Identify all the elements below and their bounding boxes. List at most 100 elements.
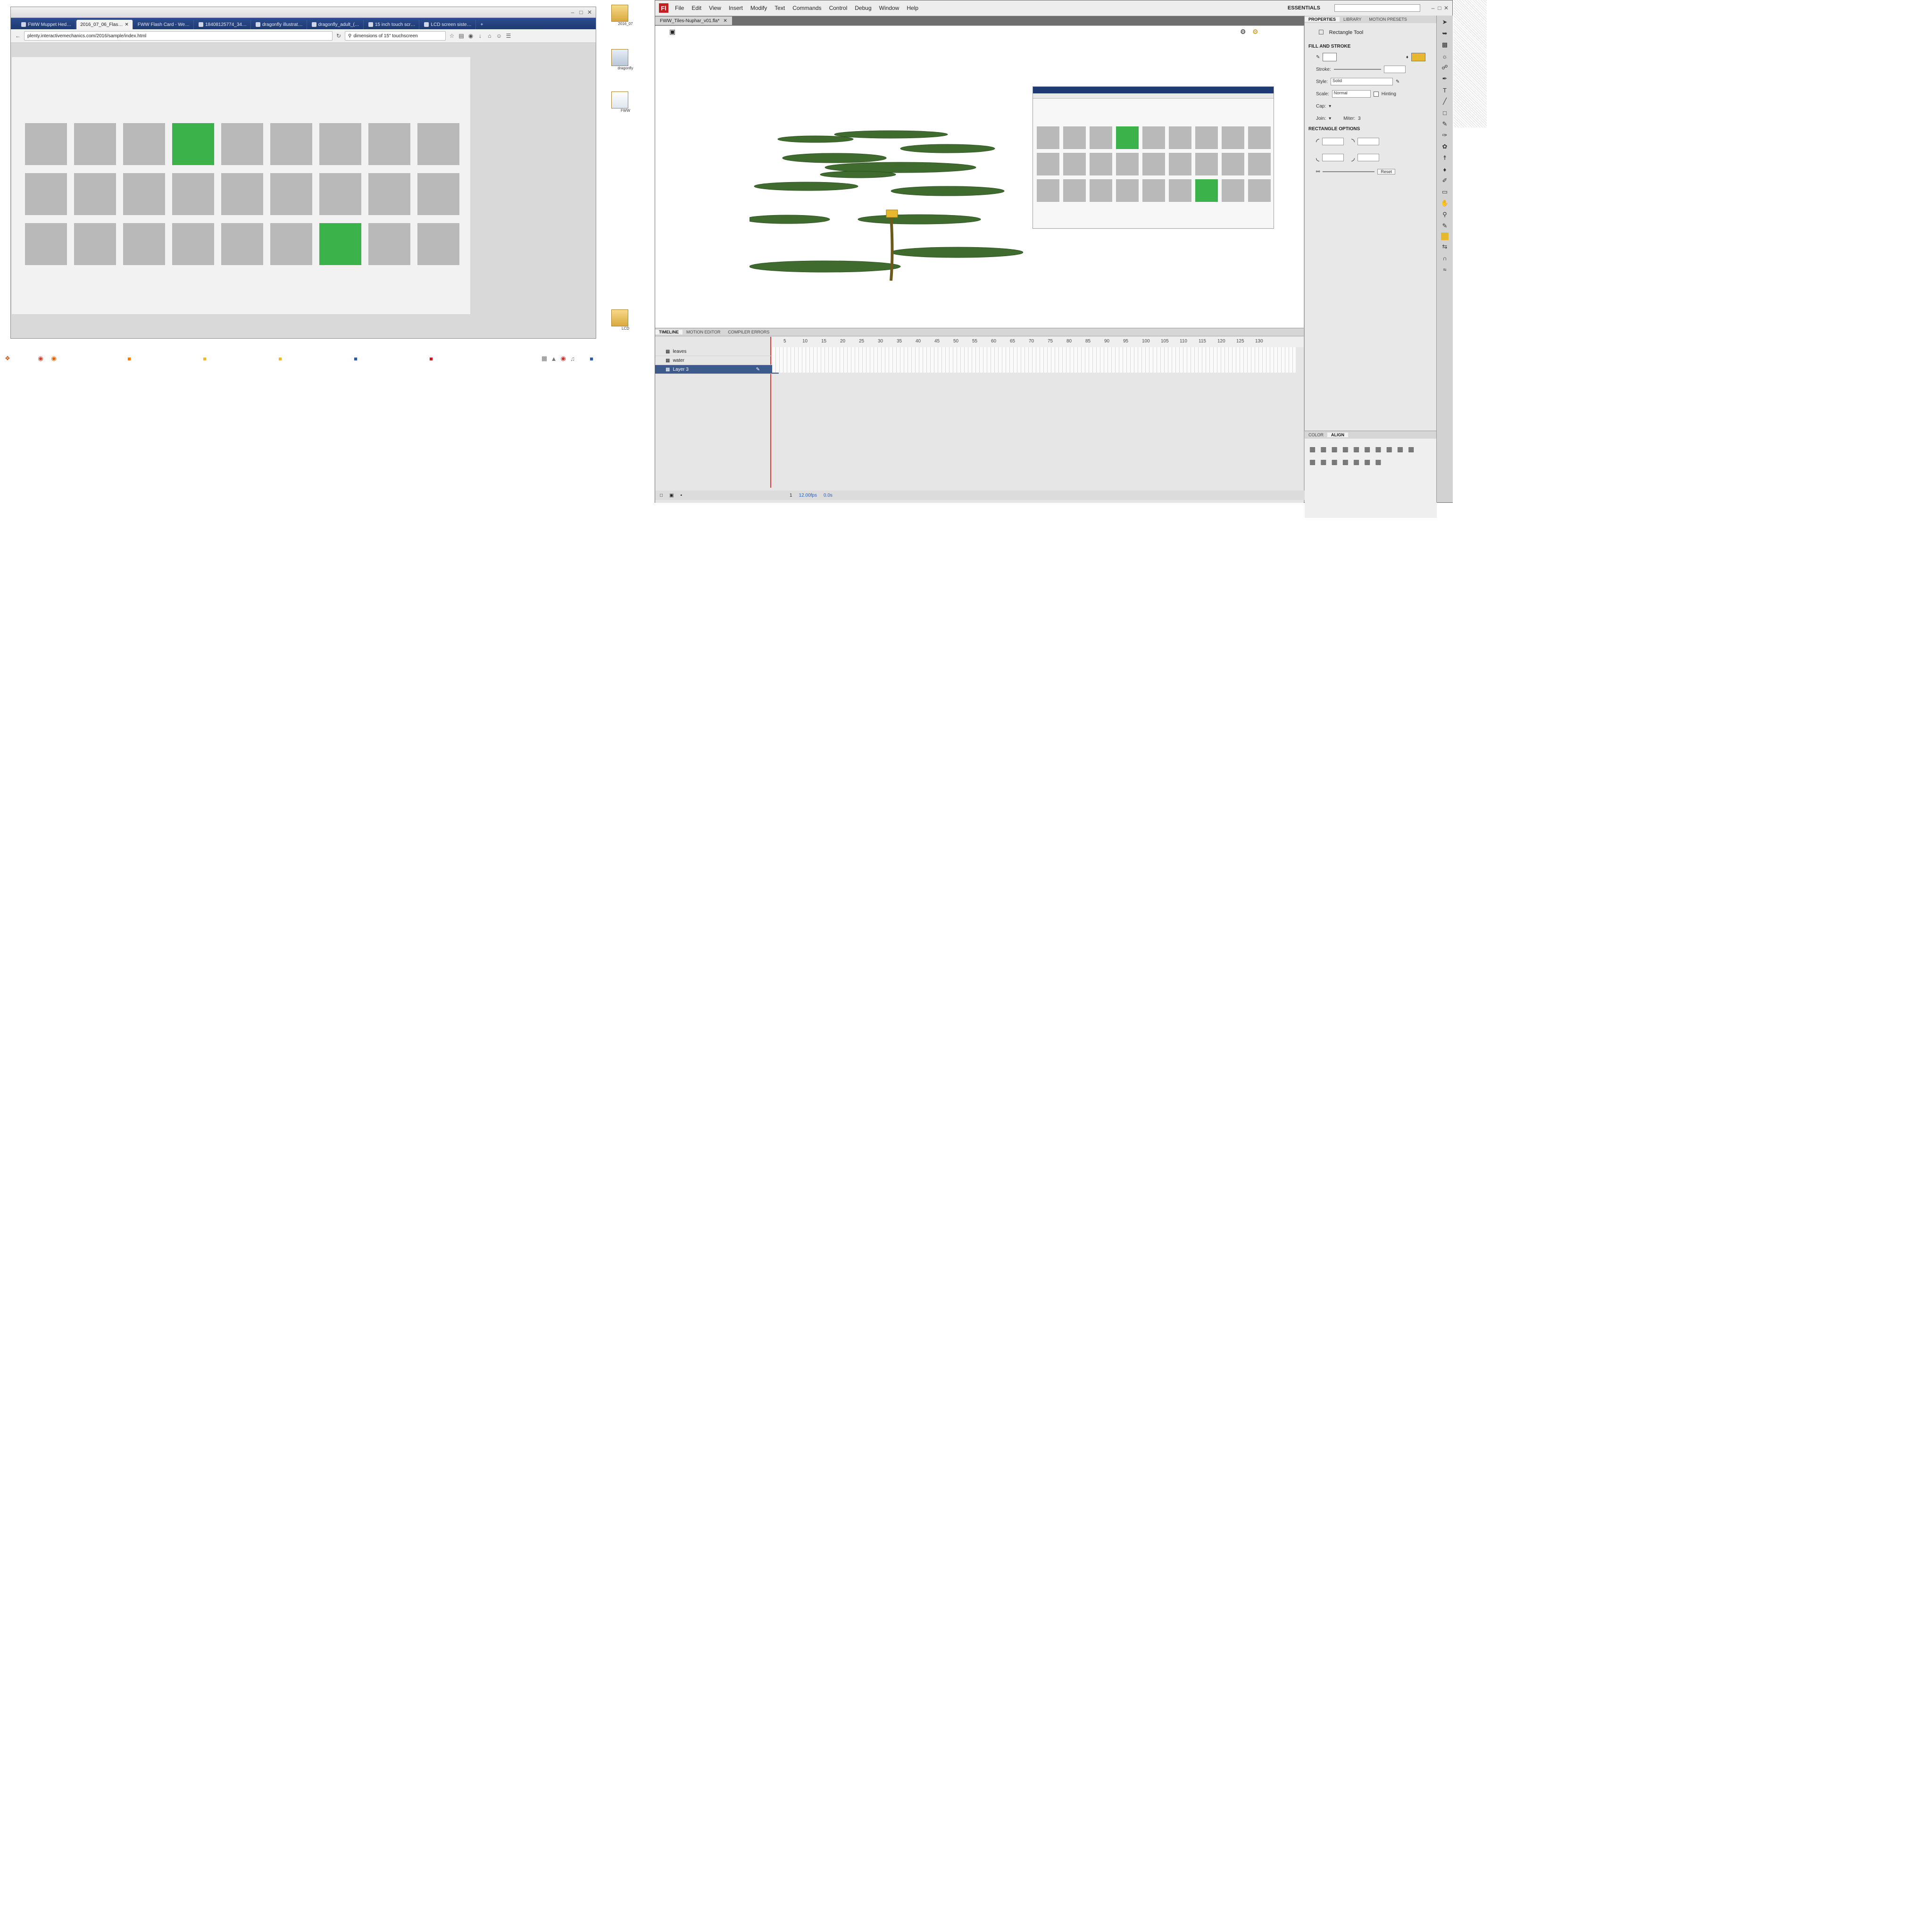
download-icon[interactable]: ↓ <box>477 33 483 39</box>
align-middle-icon[interactable]: ▦ <box>1353 445 1359 453</box>
menu-item[interactable]: View <box>709 5 721 11</box>
tile[interactable] <box>1195 126 1218 149</box>
section-fill-and-stroke[interactable]: FILL AND STROKE <box>1305 42 1437 51</box>
align-center-icon[interactable]: ▦ <box>1320 445 1326 453</box>
tile[interactable] <box>221 223 263 265</box>
search-input[interactable]: ⚲ dimensions of 15" touchscreen <box>345 31 446 41</box>
flash-app-icon[interactable]: ■ <box>426 354 436 363</box>
stroke-slider[interactable] <box>1333 69 1381 70</box>
space-icon[interactable]: ▦ <box>1375 458 1381 466</box>
menu-item[interactable]: Commands <box>792 5 821 11</box>
show-desktop-icon[interactable]: ■ <box>587 354 596 363</box>
start-button-icon[interactable]: ❖ <box>3 354 12 363</box>
browser-tab[interactable]: 18408125774_34… <box>195 20 251 29</box>
pencil-tool-icon[interactable]: ✎ <box>1440 119 1449 129</box>
distribute-icon[interactable]: ▦ <box>1408 445 1414 453</box>
tile[interactable] <box>1063 126 1086 149</box>
link-icon[interactable]: ⚯ <box>1316 169 1320 175</box>
tile[interactable] <box>25 123 67 165</box>
tile[interactable] <box>1090 153 1112 175</box>
tile[interactable] <box>417 123 459 165</box>
tile[interactable] <box>1169 179 1191 202</box>
new-folder-icon[interactable]: ▣ <box>669 493 674 498</box>
tile[interactable] <box>319 123 361 165</box>
tile[interactable] <box>368 123 410 165</box>
tile[interactable] <box>368 223 410 265</box>
join-select[interactable]: ▾ <box>1329 116 1331 121</box>
url-bar[interactable]: plenty.interactivemechanics.com/2016/sam… <box>24 31 333 41</box>
tile[interactable] <box>1142 126 1165 149</box>
close-icon[interactable]: ✕ <box>1443 5 1449 11</box>
distribute-icon[interactable]: ▦ <box>1320 458 1326 466</box>
minimize-icon[interactable]: – <box>1430 5 1436 11</box>
tile[interactable] <box>221 123 263 165</box>
bone-tool-icon[interactable]: ☨ <box>1440 153 1449 163</box>
tile[interactable] <box>74 173 116 215</box>
maximize-icon[interactable]: □ <box>1436 5 1443 11</box>
tile[interactable] <box>1248 179 1271 202</box>
menu-item[interactable]: Text <box>774 5 785 11</box>
edit-style-icon[interactable]: ✎ <box>1396 79 1399 84</box>
tile[interactable] <box>417 173 459 215</box>
reload-icon[interactable]: ↻ <box>335 33 342 39</box>
subselection-tool-icon[interactable]: ➥ <box>1440 29 1449 38</box>
delete-layer-icon[interactable]: ▪ <box>681 493 683 498</box>
tab-compiler-errors[interactable]: COMPILER ERRORS <box>724 330 773 334</box>
tile[interactable] <box>123 123 165 165</box>
corner-radius-input[interactable] <box>1322 138 1344 145</box>
menu-icon[interactable]: ☰ <box>505 33 512 39</box>
tile-highlighted[interactable] <box>1195 179 1218 202</box>
radius-slider[interactable] <box>1323 171 1375 172</box>
tile[interactable] <box>1037 126 1059 149</box>
align-top-icon[interactable]: ▦ <box>1342 445 1349 453</box>
tile[interactable] <box>270 173 312 215</box>
tile[interactable] <box>1169 126 1191 149</box>
desktop-icon[interactable]: dragonfly <box>611 49 640 70</box>
hand-tool-icon[interactable]: ✋ <box>1440 199 1449 208</box>
sync-icon[interactable]: ☺ <box>496 33 502 39</box>
menu-item[interactable]: Window <box>879 5 899 11</box>
match-size-icon[interactable]: ▦ <box>1342 458 1349 466</box>
browser-tab[interactable]: 15 inch touch scr… <box>365 20 420 29</box>
miter-value[interactable]: 3 <box>1358 116 1361 121</box>
illustrator-icon[interactable]: ■ <box>125 354 134 363</box>
style-select[interactable]: Solid <box>1331 78 1393 85</box>
fill-color-icon[interactable] <box>1441 233 1449 240</box>
rectangle-tool-icon[interactable]: □ <box>1440 108 1449 117</box>
pen-tool-icon[interactable]: ✒ <box>1440 74 1449 83</box>
chrome-icon[interactable]: ◉ <box>36 354 45 363</box>
tile-highlighted[interactable] <box>319 223 361 265</box>
tray-icon[interactable]: ◉ <box>558 354 568 363</box>
back-icon[interactable]: ← <box>15 33 21 39</box>
hinting-checkbox[interactable] <box>1373 91 1379 97</box>
tile[interactable] <box>1222 126 1244 149</box>
tile[interactable] <box>1116 153 1139 175</box>
word-icon[interactable]: ■ <box>351 354 360 363</box>
tile[interactable] <box>221 173 263 215</box>
tile[interactable] <box>25 223 67 265</box>
tray-icon[interactable]: ▦ <box>540 354 549 363</box>
tile[interactable] <box>1222 153 1244 175</box>
align-left-icon[interactable]: ▦ <box>1309 445 1316 453</box>
layer-row[interactable]: ▦ leaves <box>655 347 779 356</box>
tile[interactable] <box>270 223 312 265</box>
section-rectangle-options[interactable]: RECTANGLE OPTIONS <box>1305 125 1437 133</box>
corner-radius-input[interactable] <box>1357 138 1379 145</box>
pocket-icon[interactable]: ◉ <box>467 33 474 39</box>
tile[interactable] <box>1142 179 1165 202</box>
space-icon[interactable]: ▦ <box>1364 458 1370 466</box>
browser-tab[interactable]: LCD screen siste… <box>420 20 476 29</box>
help-search-input[interactable] <box>1334 4 1420 12</box>
menu-item[interactable]: Debug <box>855 5 871 11</box>
match-size-icon[interactable]: ▦ <box>1353 458 1359 466</box>
match-size-icon[interactable]: ▦ <box>1331 458 1337 466</box>
tile[interactable] <box>1169 153 1191 175</box>
tile[interactable] <box>1063 153 1086 175</box>
snap-icon[interactable]: ∩ <box>1440 253 1449 263</box>
align-bottom-icon[interactable]: ▦ <box>1364 445 1370 453</box>
stage[interactable]: ▣ ⚙ ⚙ <box>655 26 1304 328</box>
tile[interactable] <box>123 223 165 265</box>
lasso-tool-icon[interactable]: ☍ <box>1440 63 1449 72</box>
bookmark-star-icon[interactable]: ☆ <box>449 33 455 39</box>
stroke-color-swatch[interactable] <box>1323 53 1337 61</box>
